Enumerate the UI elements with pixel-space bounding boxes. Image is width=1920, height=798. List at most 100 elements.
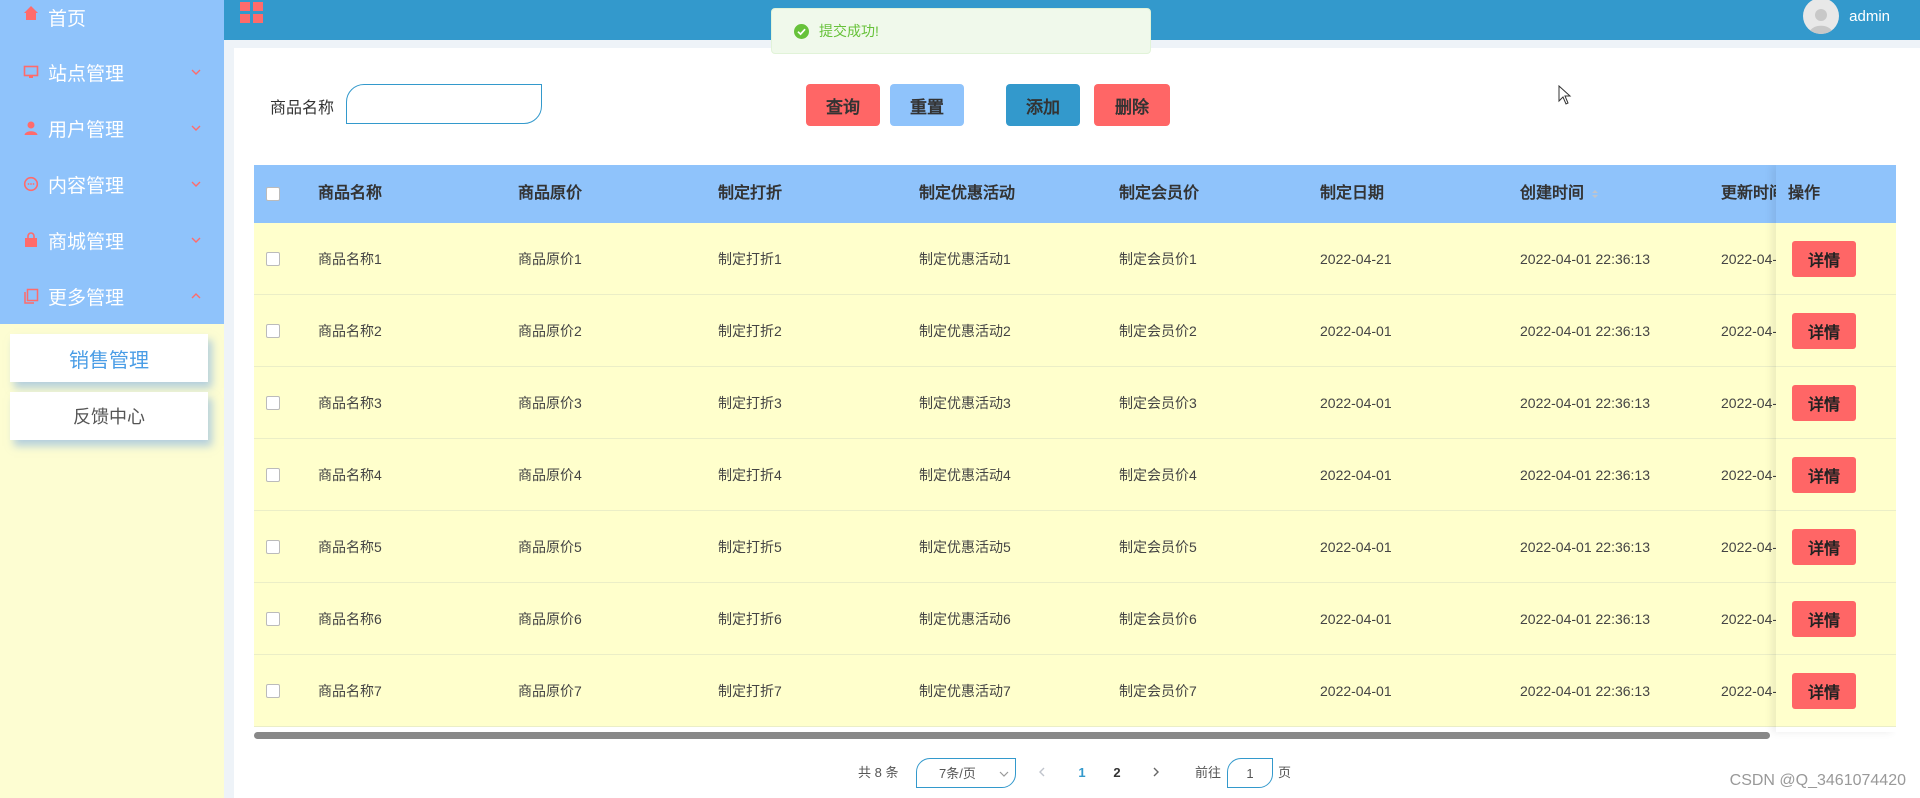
operation-cell: 详情 [1776,295,1896,367]
product-table: 商品名称 商品原价 制定打折 制定优惠活动 制定会员价 制定日期 创建时间 更新… [254,165,1896,739]
sidebar-item-label: 站点管理 [48,63,125,85]
table-cell: 2022-04- [1721,323,1778,339]
row-checkbox[interactable] [266,324,280,338]
table-cell: 制定优惠活动4 [919,467,1011,483]
table-cell: 制定优惠活动6 [919,611,1011,627]
table-cell: 2022-04- [1721,395,1778,411]
grid-menu-icon[interactable] [240,2,264,24]
table-cell: 制定会员价5 [1119,539,1197,555]
table-cell: 商品原价5 [518,539,582,555]
table-cell: 商品原价7 [518,683,582,699]
row-checkbox[interactable] [266,468,280,482]
table-cell: 2022-04-01 [1320,395,1392,411]
copy-icon [22,287,40,305]
goto-page-input[interactable]: 1 [1227,758,1273,788]
table-cell: 2022-04-01 [1320,539,1392,555]
user-menu[interactable]: admin [1803,0,1890,34]
horizontal-scrollbar[interactable] [254,732,1770,739]
table-cell: 制定优惠活动5 [919,539,1011,555]
sidebar-item-site[interactable]: 站点管理 [0,44,224,100]
table-cell: 商品名称7 [318,683,382,699]
sidebar-item-content[interactable]: 内容管理 [0,156,224,212]
sidebar-menu: 首页 站点管理 用户管理 内容管理 商城管理 更多管理 [0,0,224,324]
table-row: 商品名称3 商品原价3 制定打折3 制定优惠活动3 制定会员价3 2022-04-01 20… [254,367,1896,439]
table-cell: 制定会员价1 [1119,251,1197,267]
operation-cell: 详情 [1776,367,1896,439]
sidebar-item-user[interactable]: 用户管理 [0,100,224,156]
table-row: 商品名称7 商品原价7 制定打折7 制定优惠活动7 制定会员价7 2022-04-01 20… [254,655,1896,727]
row-checkbox[interactable] [266,612,280,626]
detail-button[interactable]: 详情 [1792,241,1856,277]
table-cell: 制定会员价3 [1119,395,1197,411]
page-number[interactable]: 2 [1107,758,1127,788]
column-header: 制定优惠活动 [919,185,1016,202]
sidebar-item-label: 用户管理 [48,119,125,141]
success-toast: 提交成功! [771,8,1151,54]
detail-button[interactable]: 详情 [1792,385,1856,421]
detail-button[interactable]: 详情 [1792,529,1856,565]
table-cell: 商品原价4 [518,467,582,483]
operation-header: 操作 [1776,165,1896,223]
table-cell: 制定会员价7 [1119,683,1197,699]
page-size-value: 7条/页 [939,766,976,781]
next-page-button[interactable] [1148,758,1164,788]
table-cell: 商品名称1 [318,251,382,267]
table-cell: 2022-04-01 22:36:13 [1520,683,1650,699]
row-checkbox[interactable] [266,396,280,410]
table-cell: 2022-04-21 [1320,251,1392,267]
submenu-item-feedback[interactable]: 反馈中心 [10,392,208,440]
row-checkbox[interactable] [266,540,280,554]
table-cell: 商品名称4 [318,467,382,483]
sidebar-item-home[interactable]: 首页 [0,0,224,44]
sidebar-item-more[interactable]: 更多管理 [0,268,224,324]
operation-cell: 详情 [1776,655,1896,727]
delete-button[interactable]: 删除 [1094,84,1170,126]
table-cell: 2022-04- [1721,467,1778,483]
detail-button[interactable]: 详情 [1792,673,1856,709]
detail-button[interactable]: 详情 [1792,313,1856,349]
table-cell: 商品原价2 [518,323,582,339]
table-header: 商品名称 商品原价 制定打折 制定优惠活动 制定会员价 制定日期 创建时间 更新… [254,165,1896,223]
column-header-created[interactable]: 创建时间 [1520,165,1600,223]
page-number[interactable]: 1 [1072,758,1092,788]
sidebar-submenu: 销售管理 反馈中心 [0,324,224,440]
table-cell: 2022-04- [1721,251,1778,267]
column-header: 制定打折 [718,185,783,202]
detail-button[interactable]: 详情 [1792,457,1856,493]
query-button[interactable]: 查询 [806,84,880,126]
product-name-input[interactable] [346,84,542,124]
page-size-select[interactable]: 7条/页 [916,758,1016,788]
table-cell: 制定优惠活动2 [919,323,1011,339]
chevron-down-icon [191,237,201,243]
goto-suffix: 页 [1278,765,1292,780]
main-content: 商品名称 查询 重置 添加 删除 商品名称 商品原价 制定打折 制定优惠活动 制… [234,48,1920,798]
mouse-cursor-icon [1558,85,1572,105]
table-row: 商品名称4 商品原价4 制定打折4 制定优惠活动4 制定会员价4 2022-04-01 20… [254,439,1896,511]
sidebar-item-label: 更多管理 [48,287,125,309]
pagination-total: 共 8 条 [858,765,899,780]
row-checkbox[interactable] [266,684,280,698]
table-cell: 2022-04-01 22:36:13 [1520,251,1650,267]
detail-button[interactable]: 详情 [1792,601,1856,637]
table-row: 商品名称1 商品原价1 制定打折1 制定优惠活动1 制定会员价1 2022-04-21 20… [254,223,1896,295]
row-checkbox[interactable] [266,252,280,266]
table-cell: 商品名称3 [318,395,382,411]
chat-icon [22,175,40,193]
add-button[interactable]: 添加 [1006,84,1080,126]
user-name: admin [1849,7,1890,25]
sort-icon[interactable] [1590,187,1600,201]
table-cell: 2022-04-01 22:36:13 [1520,467,1650,483]
table-cell: 2022-04- [1721,539,1778,555]
select-all-checkbox[interactable] [266,187,280,201]
toast-message: 提交成功! [819,23,879,39]
chevron-down-icon [191,181,201,187]
sidebar-item-shop[interactable]: 商城管理 [0,212,224,268]
chevron-down-icon [191,69,201,75]
submenu-item-sales[interactable]: 销售管理 [10,334,208,382]
table-cell: 制定优惠活动7 [919,683,1011,699]
operation-column: 操作 详情 详情 详情 详情 详情 详情 详情 [1776,165,1896,732]
prev-page-button[interactable] [1034,758,1050,788]
reset-button[interactable]: 重置 [890,84,964,126]
column-header-label: 创建时间 [1520,185,1585,202]
table-cell: 商品名称5 [318,539,382,555]
